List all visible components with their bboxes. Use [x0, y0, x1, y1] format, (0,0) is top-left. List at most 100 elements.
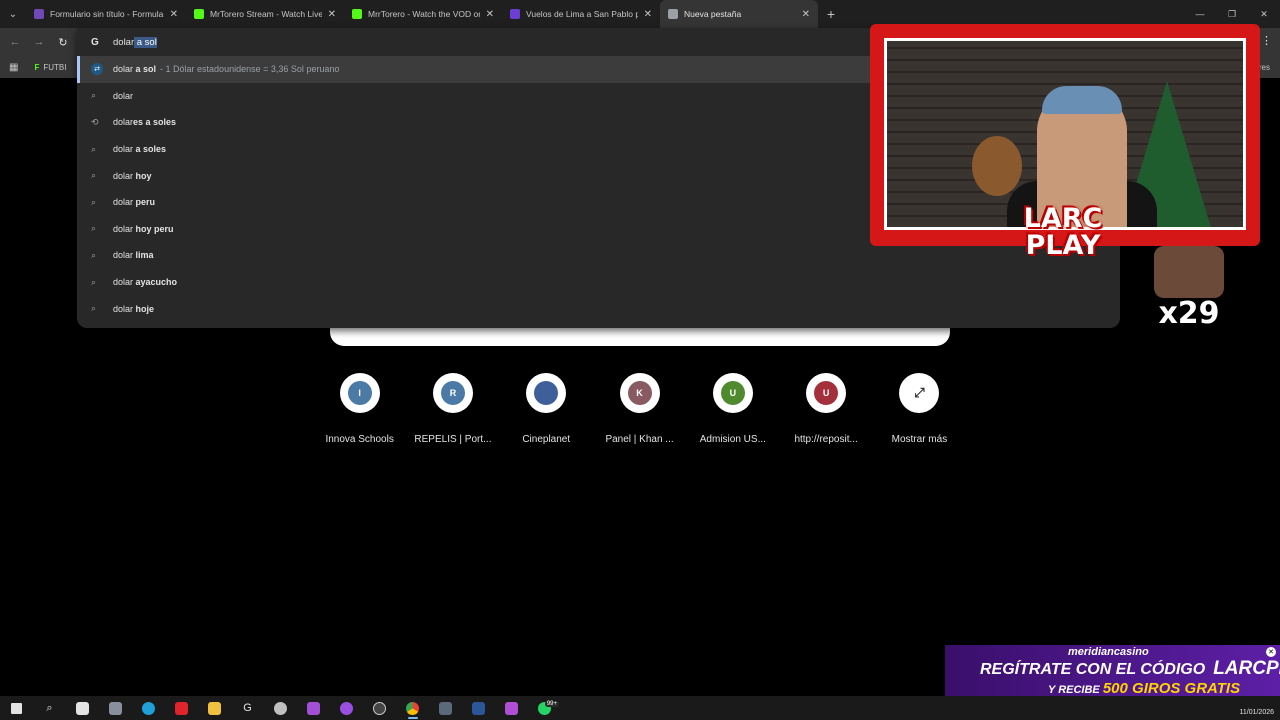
emote-image — [1154, 246, 1224, 298]
suggestion-completion: peru — [133, 197, 156, 208]
search-icon: ⌕ — [91, 170, 97, 181]
banner-brand: meridiancasino — [1068, 646, 1149, 658]
notification-badge: 99+ — [544, 701, 559, 707]
banner-close-icon[interactable]: ✕ — [1266, 647, 1276, 657]
edge-icon[interactable] — [132, 696, 165, 720]
tab-4[interactable]: Nueva pestaña ✕ — [660, 0, 818, 28]
search-icon: ⌕ — [91, 303, 97, 314]
suggestion-prefix: dolar — [113, 64, 134, 75]
windows-start-icon[interactable] — [0, 696, 33, 720]
shortcut-icon: U — [712, 373, 753, 413]
tab-close-icon[interactable]: ✕ — [170, 9, 178, 20]
tab-3[interactable]: Vuelos de Lima a San Pablo por ✕ — [502, 0, 660, 28]
tab-search-icon[interactable]: ⌄ — [0, 0, 26, 28]
app-red-icon[interactable] — [165, 696, 198, 720]
store-icon[interactable] — [66, 696, 99, 720]
word-icon[interactable] — [462, 696, 495, 720]
suggestion-prefix: dolar — [113, 144, 134, 155]
shortcut-icon: I — [339, 373, 380, 413]
tab-2[interactable]: MrrTorero - Watch the VOD on ✕ — [344, 0, 502, 28]
suggestion-completion: ayacucho — [133, 277, 178, 288]
shortcut-letter: U — [720, 381, 745, 405]
app-g-icon[interactable]: G — [231, 696, 264, 720]
search-icon[interactable]: ⌕ — [33, 696, 66, 720]
shortcut-tile[interactable]: U Admision US... — [686, 373, 779, 445]
shortcut-letter: ⤢ — [907, 381, 932, 405]
whatsapp-icon[interactable]: 99+ — [528, 696, 561, 720]
kick-icon — [194, 9, 204, 19]
shortcuts: I Innova Schools R REPELIS | Port... Cinepla… — [313, 373, 966, 445]
shortcut-icon: U — [806, 373, 847, 413]
gamepad-icon[interactable] — [99, 696, 132, 720]
tab-close-icon[interactable]: ✕ — [486, 9, 494, 20]
suggestion-completion: hoje — [133, 303, 155, 314]
apps-icon[interactable]: ▦ — [9, 62, 18, 73]
banner-line2: Y RECIBE — [1048, 684, 1100, 696]
forms-icon — [34, 9, 44, 19]
messenger-icon[interactable] — [330, 696, 363, 720]
suggestion-prefix: dolar — [113, 90, 134, 101]
suggestion-completion: es a soles — [133, 117, 177, 128]
shortcut-tile[interactable]: I Innova Schools — [313, 373, 406, 445]
new-tab-button[interactable]: + — [818, 0, 844, 28]
tab-1[interactable]: MrTorero Stream - Watch Live o ✕ — [186, 0, 344, 28]
search-icon: ⌕ — [91, 276, 97, 287]
tab-0[interactable]: Formulario sin título - Formula ✕ — [26, 0, 186, 28]
menu-icon[interactable]: ⋮ — [1261, 34, 1272, 47]
search-icon: ⌕ — [91, 196, 97, 207]
tab-close-icon[interactable]: ✕ — [644, 9, 652, 20]
back-icon[interactable]: ← — [3, 30, 27, 54]
omnibox-autocomplete: a sol — [134, 36, 157, 48]
logo-line1: LARC — [1023, 203, 1103, 234]
suggestion-prefix: dolar — [113, 250, 134, 261]
suggestion-prefix: dolar — [113, 223, 134, 234]
app-purple-icon[interactable] — [495, 696, 528, 720]
shortcut-tile[interactable]: K Panel | Khan ... — [593, 373, 686, 445]
suggestion-completion: hoy peru — [133, 223, 174, 234]
reload-icon[interactable]: ↻ — [51, 30, 75, 54]
shortcut-label: Cineplanet — [522, 434, 571, 445]
currency-icon: ⇄ — [91, 63, 103, 76]
shortcut-tile[interactable]: Uhttp://reposit... — [779, 373, 872, 445]
casino-banner: meridiancasino REGÍTRATE CON EL CÓDIGO LA… — [945, 645, 1280, 700]
forward-icon[interactable]: → — [27, 30, 51, 54]
plush-bear — [972, 136, 1022, 196]
tab-close-icon[interactable]: ✕ — [802, 9, 810, 20]
calculator-icon[interactable] — [429, 696, 462, 720]
shortcut-label: REPELIS | Port... — [414, 434, 492, 445]
logo-line2: PLAY — [1025, 230, 1101, 261]
shortcut-icon: K — [619, 373, 660, 413]
chrome-icon[interactable] — [396, 696, 429, 720]
app-grey-icon[interactable] — [264, 696, 297, 720]
taskbar-clock[interactable]: 11/01/2026 — [1214, 697, 1274, 718]
shortcut-letter: U — [814, 381, 839, 405]
search-icon: ⌕ — [91, 223, 97, 234]
suggestion-completion: a sol — [133, 64, 157, 75]
suggestion-row[interactable]: ⌕ dolar ayacucho — [77, 269, 1120, 296]
suggestion-prefix: dolar — [113, 303, 134, 314]
bookmark-futbi[interactable]: FUTBI — [43, 63, 66, 72]
obsidian-icon[interactable] — [297, 696, 330, 720]
suggestion-row[interactable]: ⌕ dolar hoje — [77, 295, 1120, 322]
larcplay-logo: LARC PLAY — [988, 205, 1138, 259]
suggestion-completion: lima — [133, 250, 154, 261]
chrome-icon — [668, 9, 678, 19]
shortcut-tile[interactable]: ⤢ Mostrar más — [873, 373, 966, 445]
shortcut-label: Panel | Khan ... — [605, 434, 674, 445]
app-circle-icon[interactable] — [363, 696, 396, 720]
tab-close-icon[interactable]: ✕ — [328, 9, 336, 20]
shortcut-label: Innova Schools — [325, 434, 394, 445]
emote-count: x29 — [1158, 296, 1220, 331]
shortcut-icon — [526, 373, 567, 413]
shortcut-tile[interactable]: R REPELIS | Port... — [406, 373, 499, 445]
tab-title: Nueva pestaña — [684, 9, 742, 19]
omnibox-typed: dolar — [113, 36, 135, 48]
suggestion-row[interactable]: ⌕ dolar lima — [77, 242, 1120, 269]
suggestion-prefix: dolar — [113, 170, 134, 181]
shortcut-tile[interactable]: Cineplanet — [500, 373, 593, 445]
search-icon: ⌕ — [91, 143, 97, 154]
folder-icon[interactable] — [198, 696, 231, 720]
taskbar-date: 11/01/2026 — [1239, 709, 1274, 716]
shortcut-letter: K — [627, 381, 652, 405]
bookmark-icon: F — [34, 62, 40, 72]
